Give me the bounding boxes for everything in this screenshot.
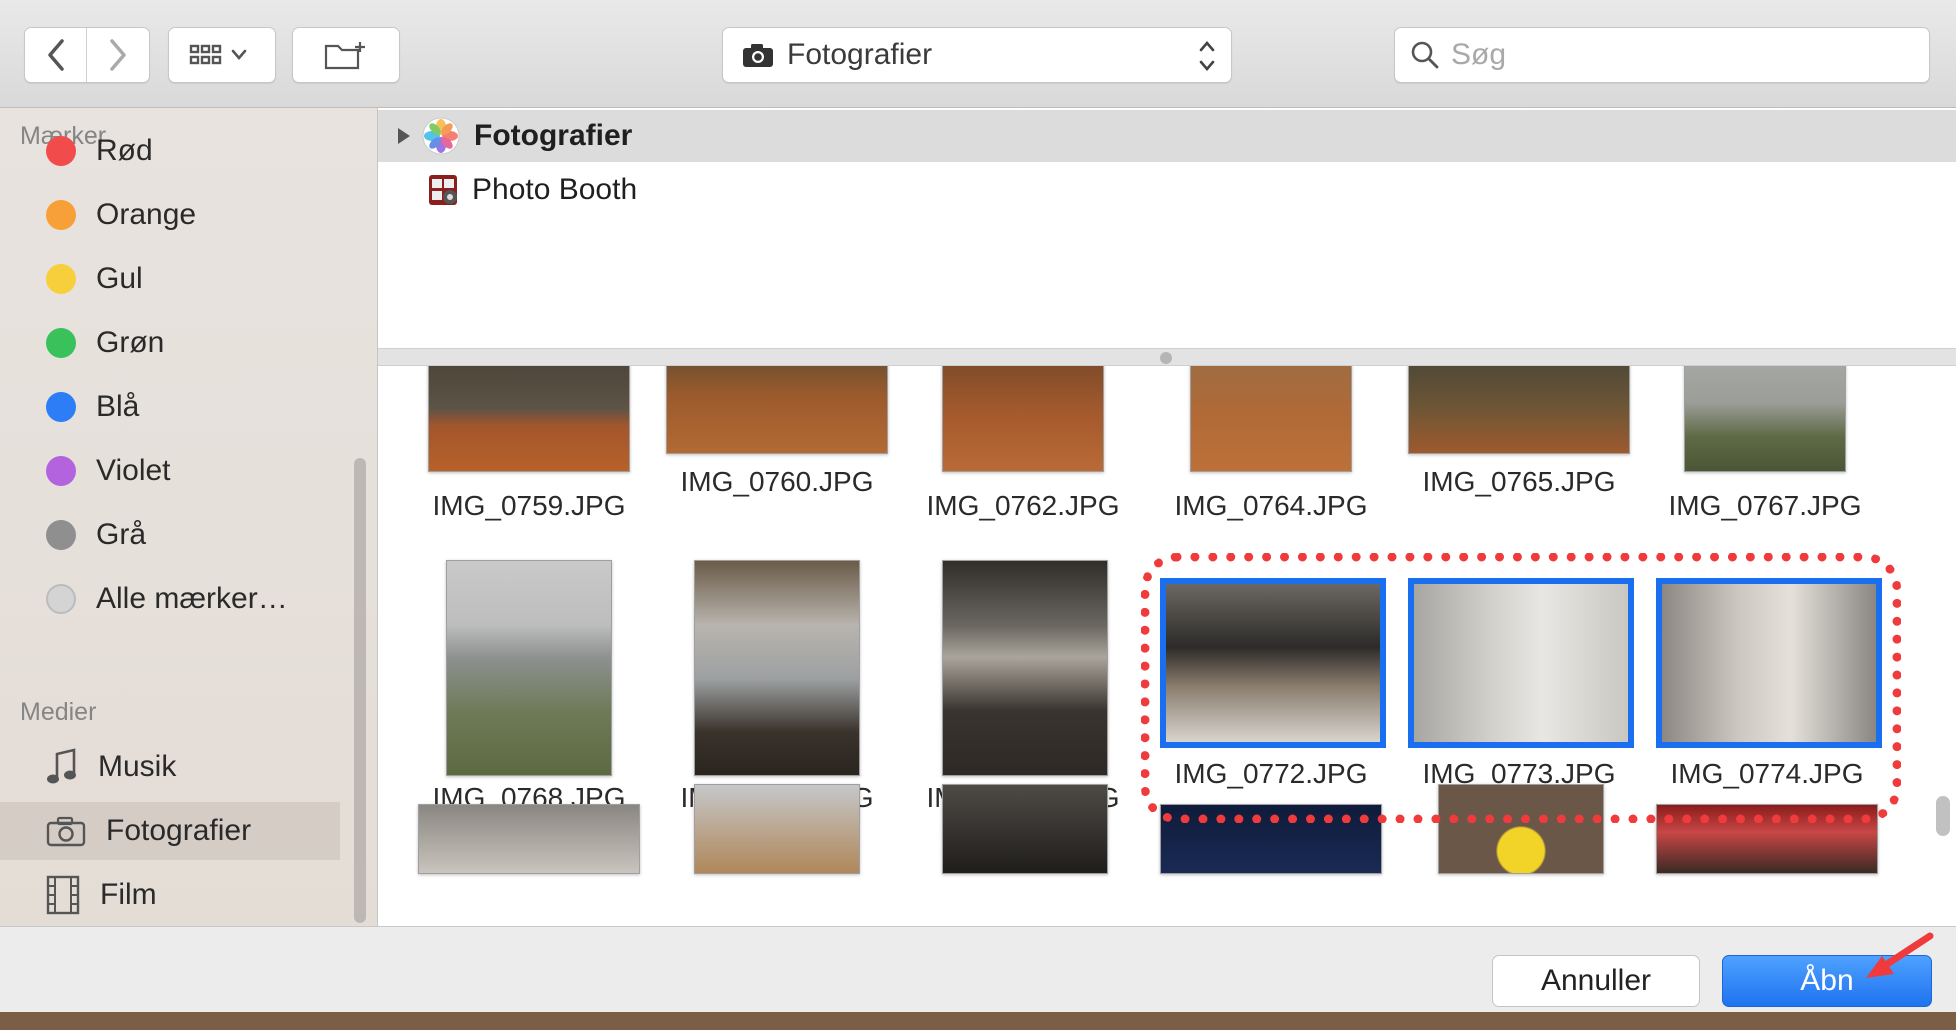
navigation-buttons: [24, 27, 150, 83]
file-name: IMG_0764.JPG: [1174, 490, 1368, 521]
new-folder-icon: [324, 42, 365, 70]
photo-thumbnail[interactable]: [694, 560, 860, 776]
sidebar-item-label: Rød: [96, 134, 153, 167]
music-note-icon: [47, 748, 76, 784]
sidebar-item-tag-red[interactable]: Rød: [0, 122, 340, 180]
source-item-label: Fotografier: [474, 119, 633, 152]
gray-tag-dot-icon: [46, 520, 76, 550]
sidebar-item-label: Grøn: [96, 326, 165, 359]
disclosure-triangle-icon[interactable]: [394, 125, 414, 147]
grid-scrollbar[interactable]: [1936, 796, 1950, 836]
sidebar: Mærker Rød Orange Gul Grøn Blå Violet Gr…: [0, 108, 378, 926]
photos-app-icon: [422, 117, 460, 155]
file-name: IMG_0760.JPG: [680, 466, 874, 497]
red-tag-dot-icon: [46, 136, 76, 166]
sidebar-scrollbar[interactable]: [354, 458, 366, 923]
sidebar-item-photos[interactable]: Fotografier: [0, 802, 340, 860]
divider-handle[interactable]: [1160, 352, 1172, 364]
green-tag-dot-icon: [46, 328, 76, 358]
source-item-label: Photo Booth: [472, 173, 638, 206]
open-dialog: Fotografier Mærker Rød Orange Gul: [0, 0, 1956, 1030]
sidebar-item-label: Violet: [96, 454, 171, 487]
toolbar: Fotografier: [0, 0, 1956, 108]
media-section-header: Medier: [20, 698, 97, 726]
sidebar-item-label: Alle mærker…: [96, 582, 288, 615]
chevron-right-icon: [110, 39, 126, 71]
film-icon: [46, 875, 80, 915]
photo-thumbnail[interactable]: [428, 366, 630, 472]
icon-grid-view-icon: [189, 44, 247, 65]
chevron-left-icon: [47, 39, 64, 71]
photo-thumbnail[interactable]: [942, 784, 1108, 874]
file-name: IMG_0767.JPG: [1668, 490, 1862, 521]
photo-thumbnail[interactable]: [694, 784, 860, 874]
back-button[interactable]: [25, 28, 88, 82]
updown-chevron-icon: [1199, 41, 1215, 71]
all-tags-icon: [46, 584, 76, 614]
sidebar-item-label: Orange: [96, 198, 197, 231]
violet-tag-dot-icon: [46, 456, 76, 486]
photo-thumbnail[interactable]: [1408, 366, 1630, 454]
source-item-photos[interactable]: Fotografier: [378, 110, 1956, 162]
file-name: IMG_0765.JPG: [1422, 466, 1616, 497]
sidebar-item-tag-green[interactable]: Grøn: [0, 314, 340, 372]
photo-thumbnail[interactable]: [1190, 366, 1352, 472]
orange-tag-dot-icon: [46, 200, 76, 230]
photo-thumbnail[interactable]: [942, 560, 1108, 776]
sidebar-item-label: Fotografier: [106, 814, 252, 847]
sidebar-item-label: Blå: [96, 390, 140, 423]
photo-thumbnail[interactable]: [1684, 366, 1846, 472]
selection-annotation: [1141, 553, 1901, 823]
photo-thumbnail[interactable]: [418, 804, 640, 874]
source-list: Fotografier Photo Booth: [378, 108, 1956, 348]
camera-icon: [46, 816, 86, 847]
photo-thumbnail[interactable]: [942, 366, 1104, 472]
location-label: Fotografier: [787, 38, 933, 71]
photo-thumbnail[interactable]: [666, 366, 888, 454]
view-options-button[interactable]: [168, 27, 276, 83]
sidebar-item-tag-orange[interactable]: Orange: [0, 186, 340, 244]
cancel-button[interactable]: Annuller: [1492, 955, 1700, 1007]
photo-thumbnail[interactable]: [446, 560, 612, 776]
sidebar-item-label: Film: [100, 878, 157, 911]
search-field[interactable]: [1394, 27, 1930, 83]
location-popup[interactable]: Fotografier: [722, 27, 1232, 83]
sidebar-item-label: Grå: [96, 518, 147, 551]
forward-button[interactable]: [87, 28, 149, 82]
search-input[interactable]: [1451, 38, 1891, 72]
background-desk: [0, 1012, 1956, 1030]
sidebar-item-tag-violet[interactable]: Violet: [0, 442, 340, 500]
sidebar-item-label: Musik: [98, 750, 177, 783]
file-name: IMG_0759.JPG: [432, 490, 626, 521]
yellow-tag-dot-icon: [46, 264, 76, 294]
split-view-divider[interactable]: [378, 348, 1956, 366]
annotation-arrow-icon: [1866, 932, 1934, 978]
sidebar-item-music[interactable]: Musik: [0, 738, 340, 796]
sidebar-item-label: Gul: [96, 262, 143, 295]
camera-icon: [743, 44, 773, 67]
sidebar-item-tag-blue[interactable]: Blå: [0, 378, 340, 436]
sidebar-item-all-tags[interactable]: Alle mærker…: [0, 570, 340, 628]
sidebar-item-film[interactable]: Film: [0, 866, 340, 924]
new-folder-button[interactable]: [292, 27, 400, 83]
source-item-photo-booth[interactable]: Photo Booth: [378, 164, 1956, 216]
sidebar-item-tag-yellow[interactable]: Gul: [0, 250, 340, 308]
sidebar-item-tag-gray[interactable]: Grå: [0, 506, 340, 564]
blue-tag-dot-icon: [46, 392, 76, 422]
search-icon: [1411, 41, 1439, 69]
file-name: IMG_0762.JPG: [926, 490, 1120, 521]
photo-booth-icon: [429, 175, 457, 205]
